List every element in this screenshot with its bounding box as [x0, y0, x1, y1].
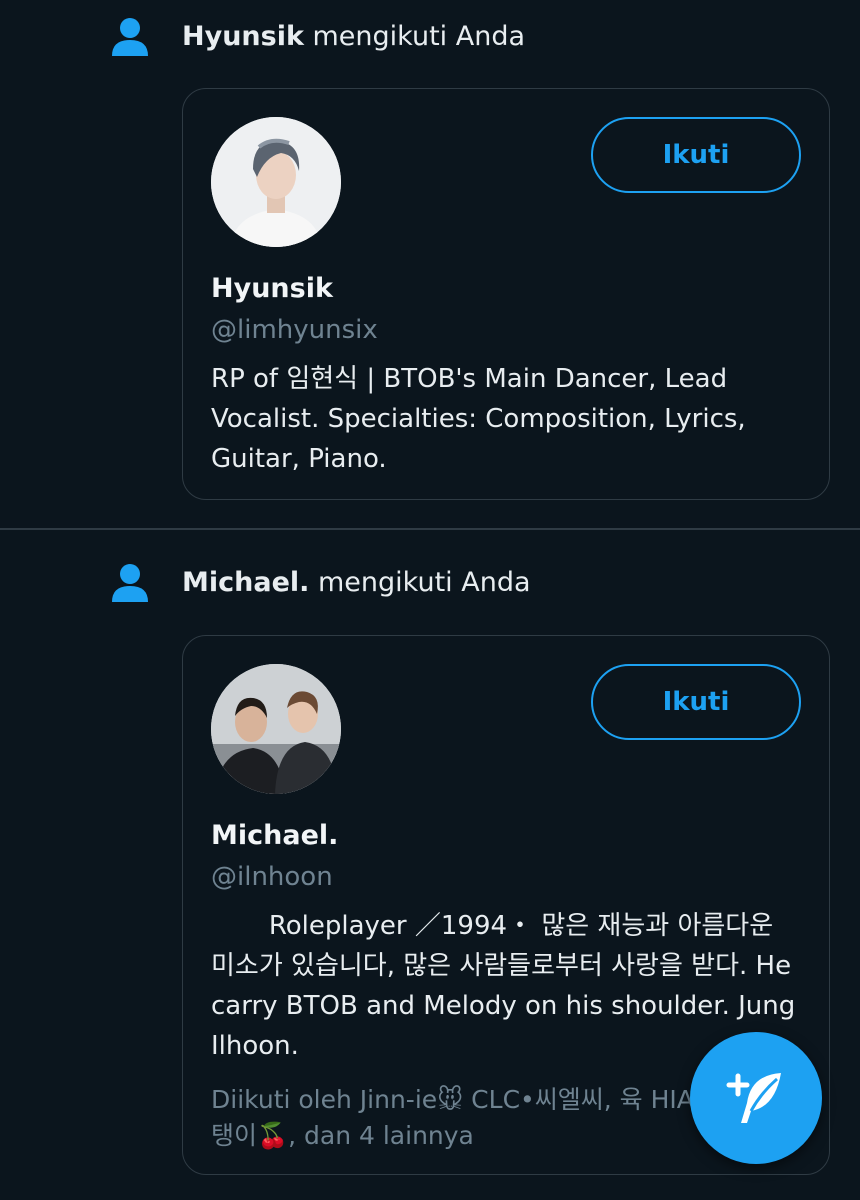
profile-handle[interactable]: @limhyunsix: [211, 315, 378, 345]
action-text: mengikuti Anda: [309, 566, 531, 598]
profile-handle[interactable]: @ilnhoon: [211, 862, 333, 892]
compose-tweet-button[interactable]: [690, 1032, 822, 1164]
actor-name[interactable]: Hyunsik: [182, 21, 304, 52]
compose-tweet-icon: [726, 1073, 781, 1123]
notification-text: Hyunsik mengikuti Anda: [182, 21, 525, 52]
avatar-image: [211, 664, 341, 794]
profile-bio: RP of 임현식 | BTOB's Main Dancer, Lead Voc…: [211, 364, 746, 474]
follow-button[interactable]: Ikuti: [591, 664, 801, 740]
action-text: mengikuti Anda: [303, 20, 526, 52]
notification-header[interactable]: Michael. mengikuti Anda: [110, 562, 531, 602]
person-icon: [112, 18, 148, 56]
avatar[interactable]: [211, 117, 341, 247]
profile-name[interactable]: Hyunsik: [211, 273, 333, 304]
follow-button[interactable]: Ikuti: [591, 117, 801, 193]
user-card[interactable]: Ikuti Hyunsik @limhyunsix RP of 임현식 | BT…: [182, 88, 830, 500]
actor-name[interactable]: Michael.: [182, 567, 309, 598]
profile-bio: Roleplayer ／1994・ 많은 재능과 아름다운 미소가 있습니다, …: [211, 911, 804, 1061]
person-icon: [112, 564, 148, 602]
avatar-image: [211, 117, 341, 247]
avatar[interactable]: [211, 664, 341, 794]
notification-header[interactable]: Hyunsik mengikuti Anda: [110, 16, 525, 56]
notification-text: Michael. mengikuti Anda: [182, 567, 531, 598]
profile-name[interactable]: Michael.: [211, 820, 338, 851]
notifications-page: Hyunsik mengikuti Anda Ikuti Hyunsik @li…: [0, 0, 860, 1200]
divider: [0, 528, 860, 530]
